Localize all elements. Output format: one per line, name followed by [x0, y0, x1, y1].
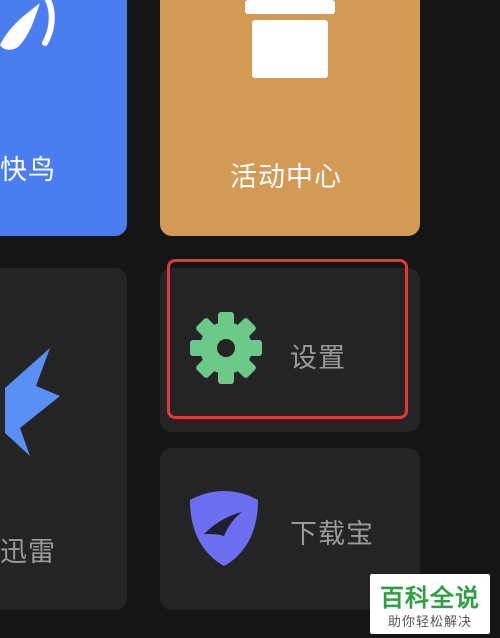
- gift-box-icon: [240, 0, 340, 84]
- watermark-title: 百科全说: [380, 584, 480, 612]
- tile-xunlei[interactable]: 迅雷: [0, 268, 127, 610]
- download-shield-icon: [186, 490, 262, 572]
- tile-label: 活动中心: [230, 162, 342, 193]
- tile-label: 下载宝: [290, 519, 374, 550]
- tile-label: 迅雷: [0, 537, 56, 568]
- tile-activity-center[interactable]: 活动中心: [160, 0, 420, 236]
- xunlei-bird-icon: [0, 348, 60, 462]
- tile-label: 快鸟: [0, 155, 56, 186]
- kuainiao-bird-icon: [0, 0, 60, 69]
- highlight-box: [167, 259, 408, 419]
- watermark-logo: 百科全说 助你轻松解决: [370, 574, 490, 634]
- watermark-subtitle: 助你轻松解决: [387, 615, 472, 630]
- tile-kuainiao[interactable]: 快鸟: [0, 0, 127, 236]
